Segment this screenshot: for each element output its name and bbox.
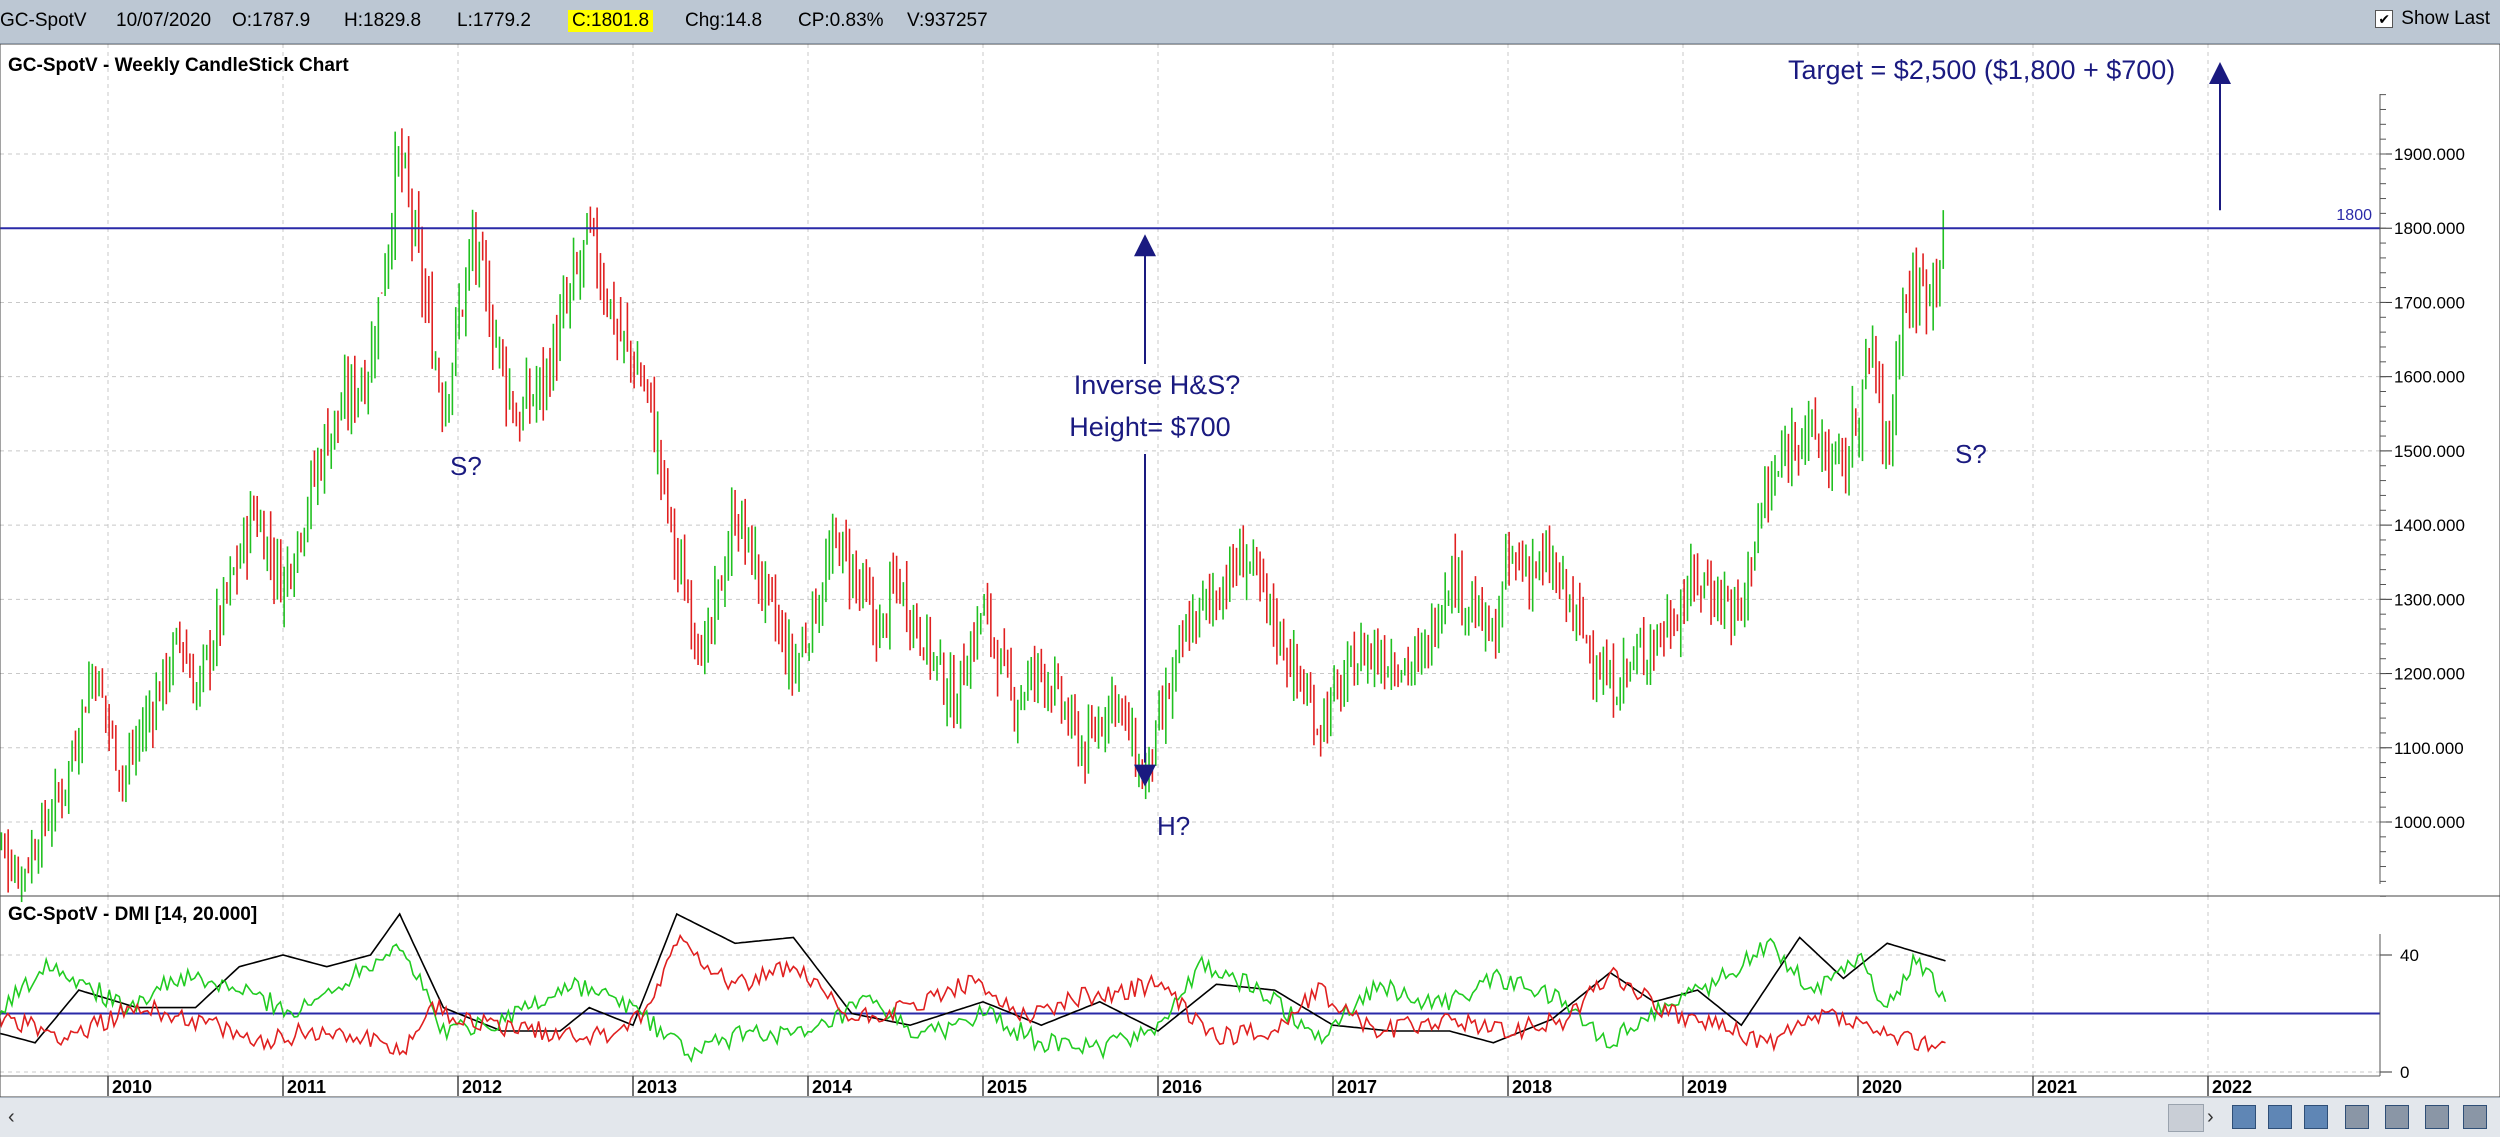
price-tick-label: 1300.000 — [2394, 590, 2465, 609]
price-tick-label: 1000.000 — [2394, 813, 2465, 832]
scroll-both-icon[interactable] — [2345, 1105, 2369, 1129]
time-tick-label: 2016 — [1162, 1077, 1202, 1097]
scrollbar-thumb[interactable] — [2168, 1104, 2204, 1132]
show-last-label: Show Last — [2401, 8, 2490, 29]
pattern-annotations: Target = $2,500 ($1,800 + $700) Inverse H… — [450, 55, 2231, 841]
dmi-panel-border — [0, 895, 2500, 1097]
target-annotation: Target = $2,500 ($1,800 + $700) — [1788, 55, 2175, 85]
dmi-tick-label: 0 — [2400, 1063, 2409, 1082]
time-axis: 2010 2011 2012 2013 2014 2015 2016 2017 2018 2019… — [0, 1075, 2380, 1097]
resistance-label: 1800 — [2336, 207, 2372, 224]
time-tick-label: 2014 — [812, 1077, 852, 1097]
time-tick-label: 2011 — [287, 1077, 326, 1097]
time-tick-label: 2017 — [1337, 1077, 1377, 1097]
time-tick-label: 2022 — [2212, 1077, 2252, 1097]
price-tick-label: 1900.000 — [2394, 145, 2465, 164]
candle-series: 1800 — [0, 128, 2380, 903]
pattern-annotation: Inverse H&S? — [1074, 370, 1241, 400]
symbol-label: GC-SpotV — [0, 10, 87, 31]
change-percent-value: CP:0.83% — [798, 10, 884, 31]
dmi-series — [0, 912, 2380, 1063]
step-forward-icon[interactable] — [2463, 1105, 2487, 1129]
price-panel-border — [0, 44, 2500, 897]
scroll-right-arrow[interactable]: › — [2207, 1106, 2214, 1129]
price-tick-label: 1800.000 — [2394, 219, 2465, 238]
step-back-icon[interactable] — [2425, 1105, 2449, 1129]
zoom-out-icon[interactable] — [2268, 1105, 2292, 1129]
volume-value: V:937257 — [907, 10, 988, 31]
show-last-toggle[interactable]: ✔ Show Last — [2375, 8, 2490, 30]
price-tick-label: 1200.000 — [2394, 665, 2465, 684]
date-label: 10/07/2020 — [116, 10, 212, 31]
fit-chart-icon[interactable] — [2304, 1105, 2328, 1129]
chart-canvas[interactable]: 1800 1000.000 1100.000 1200.000 1300.000 140… — [0, 44, 2500, 1097]
main-price-grid — [0, 44, 2380, 896]
dmi-chart-title: GC-SpotV - DMI [14, 20.000] — [8, 904, 257, 925]
target-arrow-head — [2209, 62, 2231, 84]
price-chart-title: GC-SpotV - Weekly CandleStick Chart — [8, 55, 349, 76]
dmi-minus-di-line — [0, 933, 1946, 1056]
price-axis: 1000.000 1100.000 1200.000 1300.000 1400.000… — [2379, 94, 2465, 897]
scroll-left-arrow[interactable]: ‹ — [8, 1106, 15, 1129]
time-tick-label: 2015 — [987, 1077, 1027, 1097]
head-annotation: H? — [1157, 811, 1190, 841]
time-tick-label: 2019 — [1687, 1077, 1727, 1097]
scroll-end-icon[interactable] — [2385, 1105, 2409, 1129]
dmi-tick-label: 40 — [2400, 946, 2419, 965]
show-last-checkbox[interactable]: ✔ — [2375, 10, 2394, 28]
right-shoulder-annotation: S? — [1955, 439, 1987, 469]
horizontal-scrollbar[interactable]: ‹ › — [0, 1097, 2500, 1137]
height-arrow-up-head — [1134, 234, 1156, 257]
left-shoulder-annotation: S? — [450, 451, 482, 481]
zoom-in-icon[interactable] — [2232, 1105, 2256, 1129]
close-value: C:1801.8 — [568, 10, 654, 32]
price-tick-label: 1400.000 — [2394, 516, 2465, 535]
time-tick-label: 2020 — [1862, 1077, 1902, 1097]
high-value: H:1829.8 — [344, 10, 422, 31]
quote-toolbar: GC-SpotV 10/07/2020 O:1787.9 H:1829.8 L:… — [0, 0, 2500, 44]
dmi-grid — [0, 896, 2380, 1076]
time-tick-label: 2010 — [112, 1077, 152, 1097]
change-value: Chg:14.8 — [685, 10, 763, 31]
dmi-axis: 0 40 — [2379, 934, 2419, 1082]
height-annotation: Height= $700 — [1069, 412, 1230, 442]
price-tick-label: 1700.000 — [2394, 293, 2465, 312]
open-value: O:1787.9 — [232, 10, 311, 31]
time-tick-label: 2021 — [2037, 1077, 2077, 1097]
price-tick-label: 1500.000 — [2394, 442, 2465, 461]
price-tick-label: 1100.000 — [2394, 739, 2464, 758]
low-value: L:1779.2 — [457, 10, 531, 31]
time-tick-label: 2012 — [462, 1077, 502, 1097]
time-tick-label: 2018 — [1512, 1077, 1552, 1097]
price-tick-label: 1600.000 — [2394, 368, 2465, 387]
time-tick-label: 2013 — [637, 1077, 677, 1097]
